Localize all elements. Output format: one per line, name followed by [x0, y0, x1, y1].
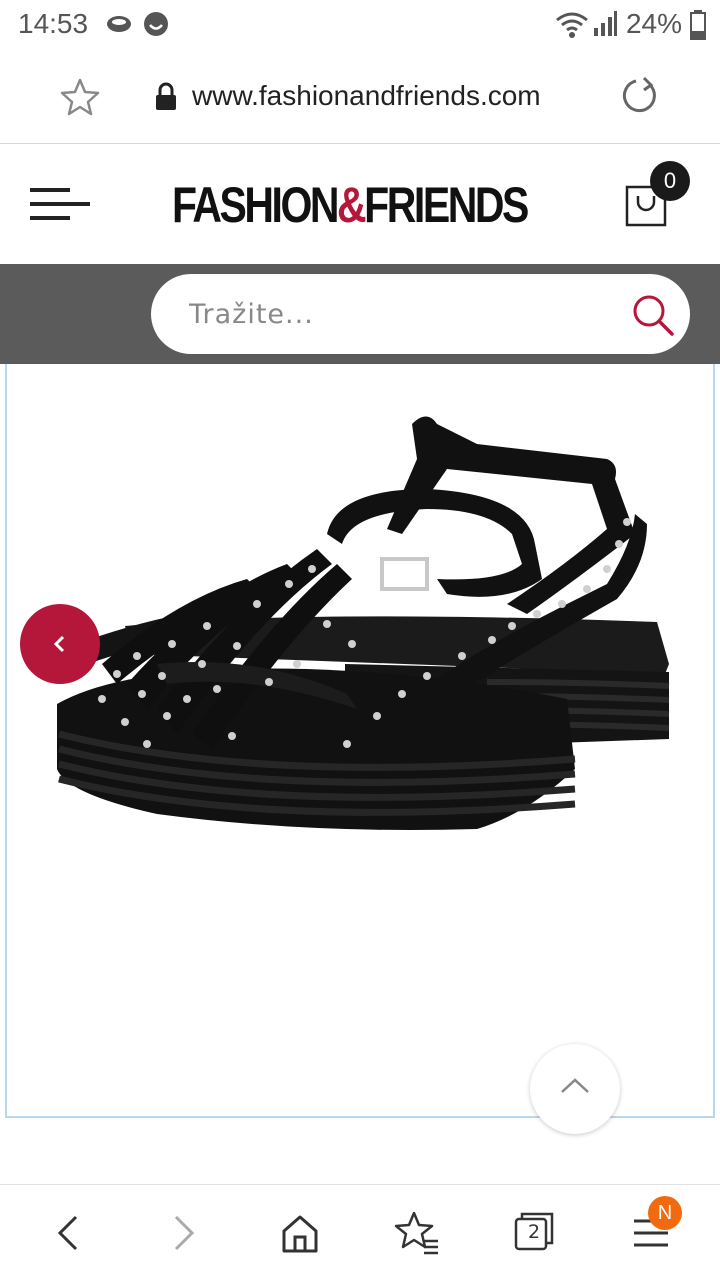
- search-band: [0, 264, 720, 364]
- bookmarks-icon[interactable]: [390, 1205, 446, 1261]
- chevron-up-icon: [560, 1076, 590, 1101]
- site-logo[interactable]: FASHION&FRIENDS: [172, 176, 529, 234]
- lock-icon: [154, 82, 178, 117]
- home-icon[interactable]: [272, 1205, 328, 1261]
- menu-new-badge: N: [648, 1196, 682, 1230]
- battery-icon: [690, 10, 706, 45]
- chevron-left-icon: [50, 634, 70, 659]
- status-time: 14:53: [18, 8, 89, 39]
- tabs-count: 2: [527, 1221, 541, 1243]
- hamburger-menu-icon[interactable]: [30, 186, 92, 227]
- cloud-icon: [104, 10, 134, 45]
- search-icon[interactable]: [630, 292, 676, 338]
- reload-icon[interactable]: [620, 76, 660, 121]
- tabs-icon[interactable]: 2: [506, 1205, 562, 1261]
- forward-icon[interactable]: [156, 1205, 212, 1261]
- wifi-icon: [555, 10, 589, 45]
- logo-ampersand: &: [337, 177, 367, 233]
- scroll-top-button[interactable]: [530, 1044, 620, 1134]
- carousel-prev-button[interactable]: [20, 604, 100, 684]
- logo-text-friends: FRIENDS: [364, 177, 529, 233]
- site-header: FASHION&FRIENDS: [0, 144, 720, 264]
- browser-url-bar: www.fashionandfriends.com: [0, 50, 720, 144]
- back-icon[interactable]: [40, 1205, 96, 1261]
- bookmark-star-icon[interactable]: [60, 78, 100, 121]
- product-image: [57, 416, 670, 830]
- search-input[interactable]: [189, 296, 609, 332]
- search-box: [151, 274, 690, 354]
- url-text[interactable]: www.fashionandfriends.com: [192, 80, 541, 112]
- logo-text-fashion: FASHION: [172, 177, 339, 233]
- cart-count-badge: 0: [650, 161, 690, 201]
- smiley-icon: [142, 10, 170, 43]
- battery-percent: 24%: [625, 8, 682, 39]
- status-bar: 14:53 24%: [0, 0, 720, 50]
- browser-bottom-nav: 2: [0, 1184, 720, 1280]
- signal-icon: [592, 10, 618, 43]
- product-image-frame: [5, 364, 715, 1118]
